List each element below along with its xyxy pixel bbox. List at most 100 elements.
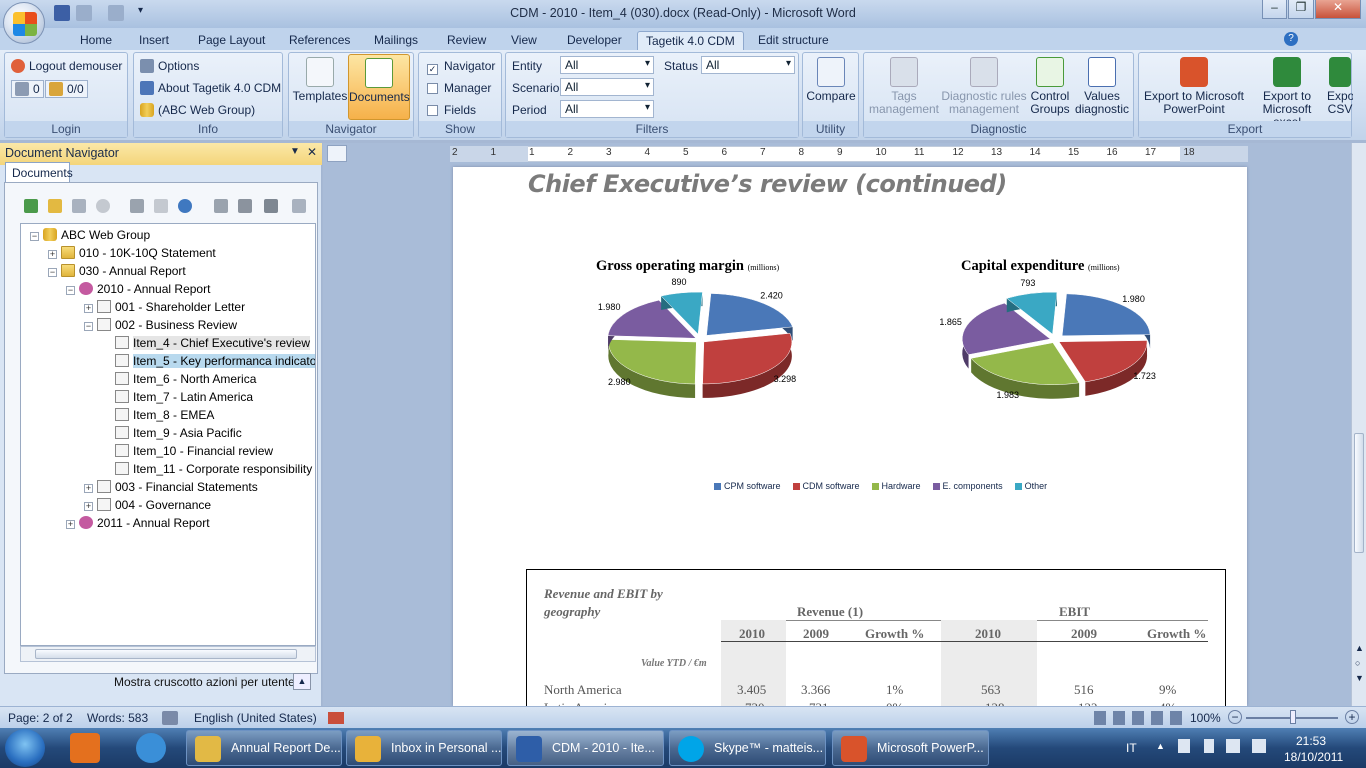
collapse-icon[interactable]: −	[30, 232, 39, 241]
fields-checkbox[interactable]: Fields	[427, 103, 476, 117]
navigator-checkbox[interactable]: ✓ Navigator	[427, 59, 495, 75]
diagnostic-rules-button[interactable]: Diagnostic rules management	[940, 57, 1028, 116]
input-language[interactable]: IT	[1126, 741, 1137, 755]
tree-node[interactable]: Item_11 - Corporate responsibility	[115, 461, 312, 477]
documents-button[interactable]: Documents	[348, 54, 410, 120]
battery-icon[interactable]	[1204, 739, 1214, 753]
vertical-scrollbar[interactable]: ▲ ○ ▼	[1351, 143, 1366, 706]
tree-node[interactable]: Item_8 - EMEA	[115, 407, 214, 423]
compare-button[interactable]: Compare	[805, 57, 857, 103]
show-hidden-icons-icon[interactable]: ▲	[1156, 741, 1165, 751]
tree-node[interactable]: Item_10 - Financial review	[115, 443, 273, 459]
expand-icon[interactable]: +	[66, 520, 75, 529]
collapse-icon[interactable]: −	[66, 286, 75, 295]
export-excel-button[interactable]: Export toMicrosoft excel	[1247, 57, 1327, 129]
scroll-down-icon[interactable]: ▼	[1355, 673, 1364, 683]
zoom-in-icon[interactable]: +	[1345, 710, 1359, 724]
tab-tagetik[interactable]: Tagetik 4.0 CDM	[637, 31, 744, 50]
tag-icon[interactable]	[238, 199, 252, 213]
flag-icon[interactable]	[1178, 739, 1190, 753]
group-button[interactable]: (ABC Web Group)	[140, 103, 255, 117]
properties-icon[interactable]	[72, 199, 86, 213]
scroll-thumb[interactable]	[1354, 433, 1364, 553]
tree-node[interactable]: 2010 - Annual Report	[79, 281, 210, 297]
about-button[interactable]: About Tagetik 4.0 CDM	[140, 81, 281, 95]
scroll-thumb[interactable]	[35, 649, 297, 659]
tab-selector-icon[interactable]	[327, 145, 347, 162]
templates-button[interactable]: Templates	[291, 57, 349, 103]
tree-node[interactable]: Item_6 - North America	[115, 371, 256, 387]
minimize-button[interactable]: –	[1262, 0, 1287, 19]
refresh-icon[interactable]	[24, 199, 38, 213]
redo-icon[interactable]	[108, 5, 124, 21]
start-button[interactable]	[5, 729, 45, 767]
view-buttons[interactable]	[1094, 711, 1186, 725]
sync-icon[interactable]	[178, 199, 192, 213]
volume-icon[interactable]	[1252, 739, 1266, 753]
tree-node[interactable]: Item_9 - Asia Pacific	[115, 425, 242, 441]
zoom-level[interactable]: 100%	[1190, 711, 1221, 725]
login-counter-2[interactable]: 0/0	[45, 80, 88, 98]
taskbar-item[interactable]: Skype™ - matteis...	[669, 730, 826, 766]
scenario-select[interactable]: All	[560, 78, 654, 96]
browse-object-icon[interactable]: ○	[1355, 658, 1360, 668]
office-button[interactable]	[3, 2, 45, 44]
collapse-icon[interactable]: −	[84, 322, 93, 331]
taskbar-item[interactable]: Microsoft PowerP...	[832, 730, 989, 766]
approve-icon[interactable]	[130, 199, 144, 213]
tree-node[interactable]: 004 - Governance	[97, 497, 211, 513]
block-icon[interactable]	[96, 199, 110, 213]
tab-documents[interactable]: Documents	[5, 162, 73, 182]
customize-qat-icon[interactable]: ▾	[138, 5, 143, 16]
tab-review[interactable]: Review	[439, 31, 494, 50]
entity-select[interactable]: All	[560, 56, 654, 74]
word-count[interactable]: Words: 583	[87, 711, 148, 725]
status-select[interactable]: All	[701, 56, 795, 74]
tab-edit-structure[interactable]: Edit structure	[750, 31, 837, 50]
clock-date[interactable]: 18/10/2011	[1284, 750, 1343, 764]
tree-node[interactable]: ABC Web Group	[43, 227, 150, 243]
values-diagnostic-button[interactable]: Values diagnostic	[1072, 57, 1132, 116]
export-csv-button[interactable]: Expo CSV	[1327, 57, 1353, 116]
open-folder-icon[interactable]	[48, 199, 62, 213]
period-select[interactable]: All	[560, 100, 654, 118]
maximize-button[interactable]: ❐	[1288, 0, 1314, 19]
language-status[interactable]: English (United States)	[194, 711, 317, 725]
tree-node[interactable]: Item_4 - Chief Executive's review	[115, 335, 311, 351]
scroll-up-icon[interactable]: ▲	[1355, 643, 1364, 653]
tree-node[interactable]: 001 - Shareholder Letter	[97, 299, 245, 315]
tab-developer[interactable]: Developer	[559, 31, 630, 50]
expand-icon[interactable]: +	[84, 502, 93, 511]
save-icon[interactable]	[54, 5, 70, 21]
tab-references[interactable]: References	[281, 31, 358, 50]
manager-checkbox[interactable]: Manager	[427, 81, 491, 95]
pane-menu-icon[interactable]: ▼	[290, 146, 300, 157]
chevron-up-icon[interactable]: ▲	[293, 673, 311, 690]
proofing-icon[interactable]	[162, 711, 178, 725]
collapse-icon[interactable]: −	[48, 268, 57, 277]
zoom-slider-handle[interactable]	[1290, 710, 1296, 724]
horizontal-scrollbar[interactable]	[20, 646, 316, 662]
tree-node[interactable]: 010 - 10K-10Q Statement	[61, 245, 216, 261]
pin-icon[interactable]	[264, 199, 278, 213]
close-button[interactable]: ✕	[1315, 0, 1361, 19]
export-powerpoint-button[interactable]: Export to Microsoft PowerPoint	[1141, 57, 1247, 116]
tree-node[interactable]: 002 - Business Review	[97, 317, 237, 333]
media-player-icon[interactable]	[70, 733, 100, 763]
close-pane-icon[interactable]: ✕	[307, 145, 317, 159]
options-button[interactable]: Options	[140, 59, 199, 73]
taskbar-item[interactable]: Annual Report De...	[186, 730, 342, 766]
swap-icon[interactable]	[292, 199, 306, 213]
tree-node[interactable]: 030 - Annual Report	[61, 263, 186, 279]
tree-node[interactable]: Item_7 - Latin America	[115, 389, 253, 405]
network-icon[interactable]	[1226, 739, 1240, 753]
list-icon[interactable]	[214, 199, 228, 213]
undo-icon[interactable]	[76, 5, 92, 21]
tree-node[interactable]: Item_5 - Key performanca indicators	[115, 353, 315, 369]
internet-explorer-icon[interactable]	[136, 733, 166, 763]
taskbar-item[interactable]: Inbox in Personal ...	[346, 730, 502, 766]
help-icon[interactable]: ?	[1284, 32, 1298, 46]
tab-page-layout[interactable]: Page Layout	[190, 31, 273, 50]
tab-home[interactable]: Home	[72, 31, 120, 50]
logout-button[interactable]: Logout demouser	[11, 59, 122, 73]
